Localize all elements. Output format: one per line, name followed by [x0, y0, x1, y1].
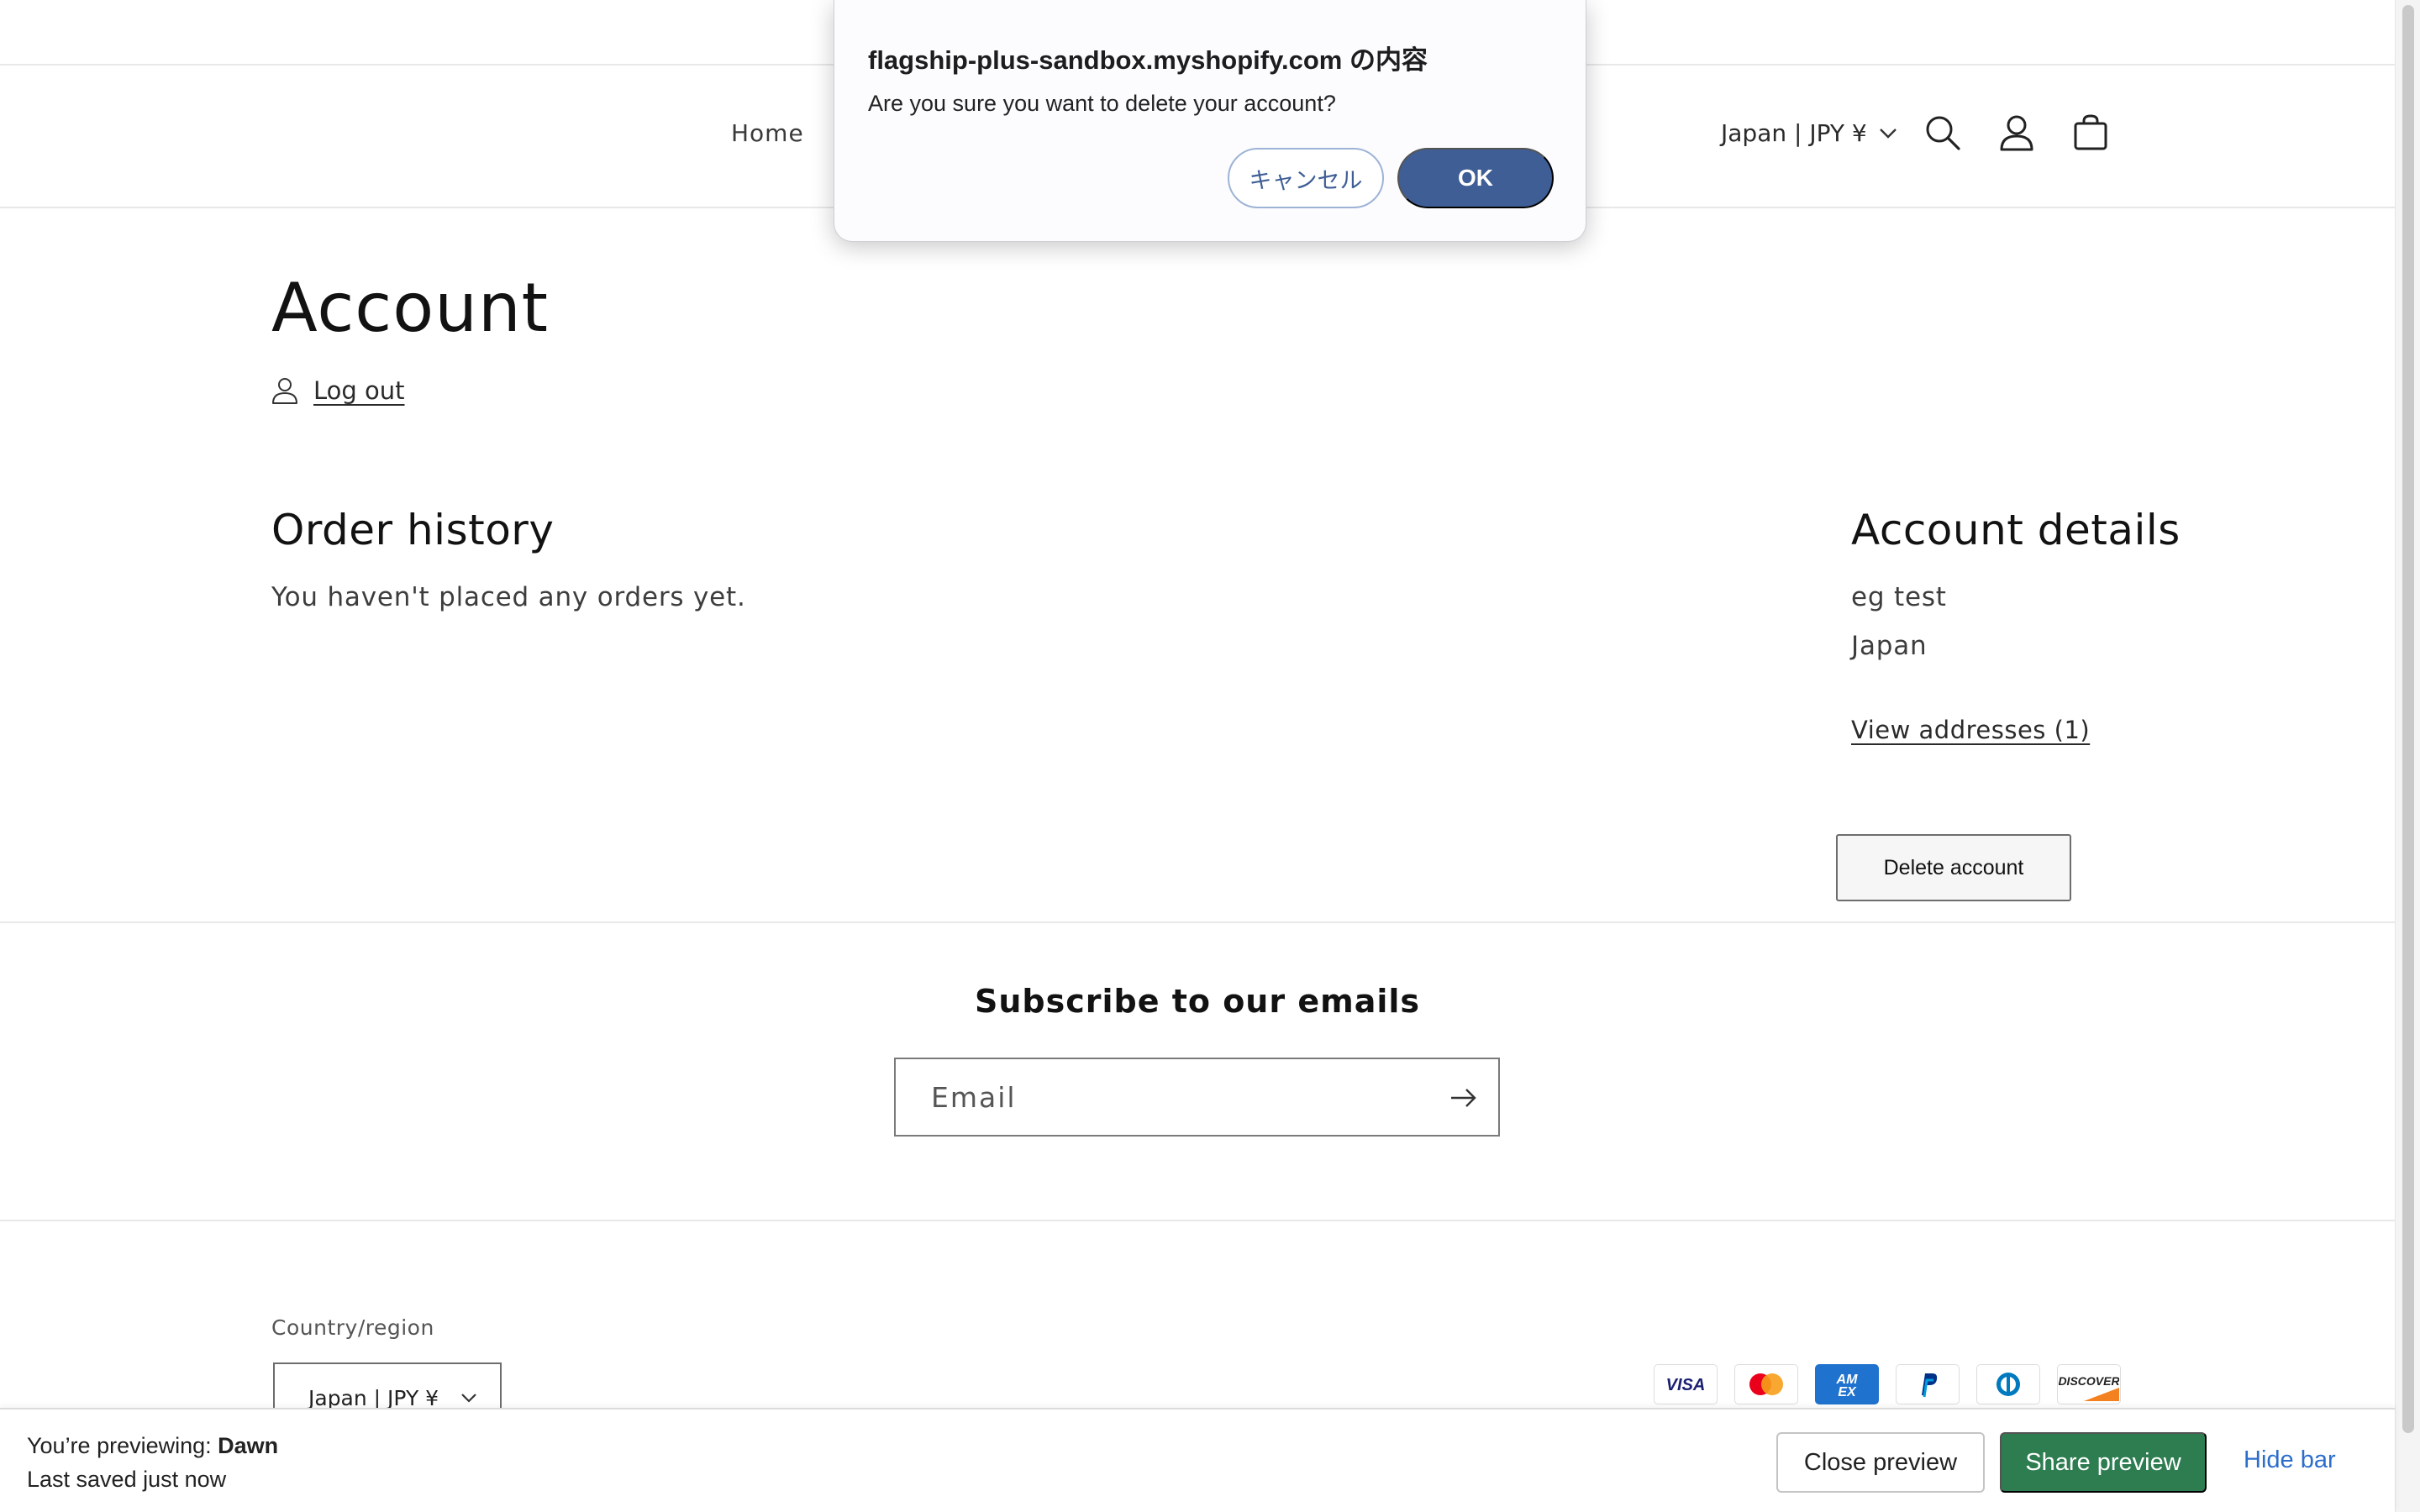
discover-icon: DISCOVER	[2057, 1364, 2121, 1404]
mastercard-icon	[1734, 1364, 1798, 1404]
theme-name: Dawn	[218, 1433, 279, 1458]
locale-label: Japan | JPY ¥	[1721, 119, 1867, 147]
page-scrollbar[interactable]	[2395, 0, 2420, 1512]
previewing-label: You’re previewing:	[27, 1433, 212, 1458]
american-express-icon: AM EX	[1815, 1364, 1879, 1404]
no-orders-text: You haven't placed any orders yet.	[271, 582, 746, 612]
user-icon	[272, 378, 297, 404]
arrow-right-icon[interactable]	[1444, 1079, 1481, 1116]
email-input[interactable]: Email	[894, 1058, 1500, 1137]
close-preview-button[interactable]: Close preview	[1776, 1432, 1985, 1493]
svg-text:EX: EX	[1838, 1385, 1857, 1399]
cart-icon[interactable]	[2064, 106, 2118, 160]
account-name: eg test	[1851, 582, 1947, 612]
newsletter-heading: Subscribe to our emails	[974, 983, 1421, 1020]
locale-selector[interactable]: Japan | JPY ¥	[1721, 119, 1897, 147]
paypal-icon	[1896, 1364, 1960, 1404]
account-country: Japan	[1851, 631, 1928, 661]
dialog-ok-button[interactable]: OK	[1397, 148, 1554, 208]
svg-text:DISCOVER: DISCOVER	[2059, 1374, 2119, 1388]
section-divider	[0, 921, 2395, 923]
logout-label: Log out	[313, 376, 405, 405]
account-icon[interactable]	[1990, 106, 2044, 160]
nav-link-home[interactable]: Home	[731, 119, 804, 147]
hide-bar-link[interactable]: Hide bar	[2244, 1446, 2336, 1474]
account-details-heading: Account details	[1851, 506, 2181, 554]
search-icon[interactable]	[1916, 106, 1970, 160]
footer-divider	[0, 1220, 2395, 1221]
payment-icons: VISA AM EX DISCOVER	[1654, 1364, 2121, 1404]
scrollbar-thumb[interactable]	[2402, 5, 2414, 1433]
chevron-down-icon	[1879, 128, 1897, 139]
dialog-cancel-button[interactable]: キャンセル	[1228, 148, 1384, 208]
dialog-message: Are you sure you want to delete your acc…	[868, 91, 1336, 116]
visa-icon: VISA	[1654, 1364, 1718, 1404]
view-addresses-link[interactable]: View addresses (1)	[1851, 716, 2090, 744]
delete-account-button[interactable]: Delete account	[1836, 834, 2071, 901]
country-region-label: Country/region	[271, 1315, 434, 1340]
saved-status: Last saved just now	[27, 1467, 227, 1492]
logout-link[interactable]: Log out	[271, 376, 405, 405]
email-placeholder: Email	[931, 1081, 1017, 1114]
country-select-value: Japan | JPY ¥	[308, 1385, 439, 1410]
page-title: Account	[271, 269, 550, 347]
svg-text:VISA: VISA	[1666, 1376, 1706, 1394]
preview-bar: You’re previewing: Dawn Last saved just …	[0, 1408, 2395, 1512]
chevron-down-icon	[461, 1394, 476, 1403]
order-history-heading: Order history	[271, 506, 555, 554]
diners-club-icon	[1976, 1364, 2040, 1404]
share-preview-button[interactable]: Share preview	[2000, 1432, 2207, 1493]
confirm-dialog: flagship-plus-sandbox.myshopify.com の内容 …	[834, 0, 1586, 242]
previewing-text: You’re previewing: Dawn	[27, 1433, 278, 1459]
dialog-title: flagship-plus-sandbox.myshopify.com の内容	[868, 45, 1428, 75]
